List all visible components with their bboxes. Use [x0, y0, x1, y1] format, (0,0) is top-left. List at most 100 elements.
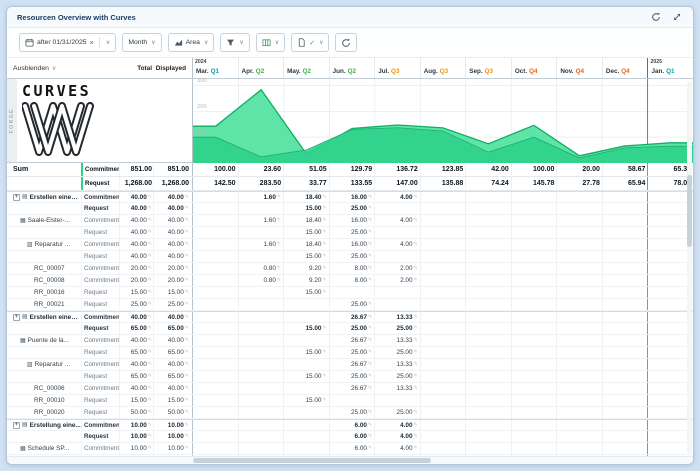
value-cell[interactable] [556, 420, 602, 430]
value-cell[interactable]: 6.00✎ [329, 443, 375, 454]
value-cell[interactable] [238, 251, 284, 262]
edit-icon[interactable]: ✎ [185, 242, 189, 247]
value-cell[interactable] [283, 335, 329, 346]
value-cell[interactable] [511, 371, 557, 382]
value-cell[interactable] [465, 312, 511, 322]
edit-icon[interactable]: ✎ [414, 374, 418, 379]
value-cell[interactable] [511, 359, 557, 370]
edit-icon[interactable]: ✎ [414, 350, 418, 355]
value-cell[interactable] [238, 323, 284, 334]
edit-icon[interactable]: ✎ [368, 302, 372, 307]
value-cell[interactable] [283, 407, 329, 418]
value-cell[interactable] [193, 312, 238, 322]
value-cell[interactable] [420, 371, 466, 382]
displayed-cell[interactable]: 40.00✎ [153, 192, 193, 202]
value-cell[interactable] [511, 395, 557, 406]
value-cell[interactable] [420, 443, 466, 454]
vertical-scrollbar[interactable] [687, 81, 692, 454]
value-cell[interactable] [465, 192, 511, 202]
total-cell[interactable]: 40.00✎ [119, 251, 153, 262]
value-cell[interactable] [193, 215, 238, 226]
edit-icon[interactable]: ✎ [414, 242, 418, 247]
chevron-down-icon[interactable]: ∨ [239, 39, 243, 46]
value-cell[interactable]: 16.00✎ [329, 192, 375, 202]
value-cell[interactable]: 26.67✎ [329, 312, 375, 322]
value-cell[interactable] [238, 227, 284, 238]
value-cell[interactable] [238, 383, 284, 394]
total-cell[interactable]: 40.00✎ [119, 203, 153, 214]
month-header-sep[interactable]: Sep.Q3 [465, 58, 511, 78]
total-cell[interactable]: 25.00✎ [119, 299, 153, 310]
hide-button[interactable]: Ausblenden ∨ [7, 65, 62, 72]
edit-icon[interactable]: ✎ [185, 254, 189, 259]
edit-icon[interactable]: ✎ [414, 278, 418, 283]
value-cell[interactable] [556, 227, 602, 238]
value-cell[interactable] [193, 407, 238, 418]
value-cell[interactable] [193, 431, 238, 442]
displayed-cell[interactable]: 65.00✎ [153, 347, 193, 358]
horizontal-scrollbar[interactable] [7, 456, 693, 464]
edit-icon[interactable]: ✎ [148, 242, 152, 247]
value-cell[interactable] [556, 275, 602, 286]
edit-icon[interactable]: ✎ [148, 254, 152, 259]
value-cell[interactable]: 15.00✎ [283, 395, 329, 406]
edit-icon[interactable]: ✎ [368, 242, 372, 247]
edit-icon[interactable]: ✎ [148, 230, 152, 235]
month-header-nov[interactable]: Nov.Q4 [556, 58, 602, 78]
month-header-jan[interactable]: 2025Jan.Q1 [647, 58, 693, 78]
filter-options-chip[interactable]: ∨ [220, 33, 249, 52]
edit-icon[interactable]: ✎ [414, 326, 418, 331]
value-cell[interactable]: 15.00✎ [283, 287, 329, 298]
value-cell[interactable]: 25.00✎ [329, 371, 375, 382]
value-cell[interactable]: 15.00✎ [283, 347, 329, 358]
total-cell[interactable]: 20.00✎ [119, 275, 153, 286]
value-cell[interactable] [602, 251, 648, 262]
edit-icon[interactable]: ✎ [185, 362, 189, 367]
total-cell[interactable]: 40.00✎ [119, 215, 153, 226]
displayed-cell[interactable]: 10.00✎ [153, 420, 193, 430]
value-cell[interactable] [420, 420, 466, 430]
value-cell[interactable] [556, 312, 602, 322]
edit-icon[interactable]: ✎ [322, 218, 326, 223]
value-cell[interactable] [465, 395, 511, 406]
value-cell[interactable] [193, 383, 238, 394]
value-cell[interactable] [374, 395, 420, 406]
total-cell[interactable]: 10.00✎ [119, 431, 153, 442]
expander-icon[interactable]: + [13, 194, 20, 201]
edit-icon[interactable]: ✎ [368, 423, 372, 428]
value-cell[interactable] [465, 431, 511, 442]
granularity-chip[interactable]: Month ∨ [122, 33, 161, 52]
export-chip[interactable]: ✓ ∨ [291, 33, 329, 52]
value-cell[interactable]: 9.20✎ [283, 263, 329, 274]
value-cell[interactable] [420, 347, 466, 358]
edit-icon[interactable]: ✎ [414, 434, 418, 439]
edit-icon[interactable]: ✎ [148, 266, 152, 271]
value-cell[interactable]: 0.80✎ [238, 275, 284, 286]
edit-icon[interactable]: ✎ [185, 446, 189, 451]
value-cell[interactable]: 1.60✎ [238, 192, 284, 202]
value-cell[interactable] [556, 251, 602, 262]
edit-icon[interactable]: ✎ [322, 254, 326, 259]
total-cell[interactable]: 50.00✎ [119, 407, 153, 418]
edit-icon[interactable]: ✎ [368, 434, 372, 439]
value-cell[interactable] [511, 407, 557, 418]
value-cell[interactable] [511, 299, 557, 310]
displayed-cell[interactable]: 40.00✎ [153, 239, 193, 250]
edit-icon[interactable]: ✎ [368, 350, 372, 355]
value-cell[interactable] [602, 347, 648, 358]
displayed-cell[interactable]: 20.00✎ [153, 263, 193, 274]
value-cell[interactable] [420, 263, 466, 274]
total-cell[interactable]: 40.00✎ [119, 383, 153, 394]
edit-icon[interactable]: ✎ [277, 218, 281, 223]
value-cell[interactable] [602, 227, 648, 238]
chart-type-chip[interactable]: Area ∨ [168, 33, 215, 52]
value-cell[interactable] [556, 395, 602, 406]
chevron-down-icon[interactable]: ∨ [319, 39, 323, 46]
value-cell[interactable] [602, 443, 648, 454]
value-cell[interactable] [511, 275, 557, 286]
edit-icon[interactable]: ✎ [368, 446, 372, 451]
value-cell[interactable] [238, 420, 284, 430]
value-cell[interactable] [420, 192, 466, 202]
value-cell[interactable] [238, 299, 284, 310]
value-cell[interactable] [602, 359, 648, 370]
